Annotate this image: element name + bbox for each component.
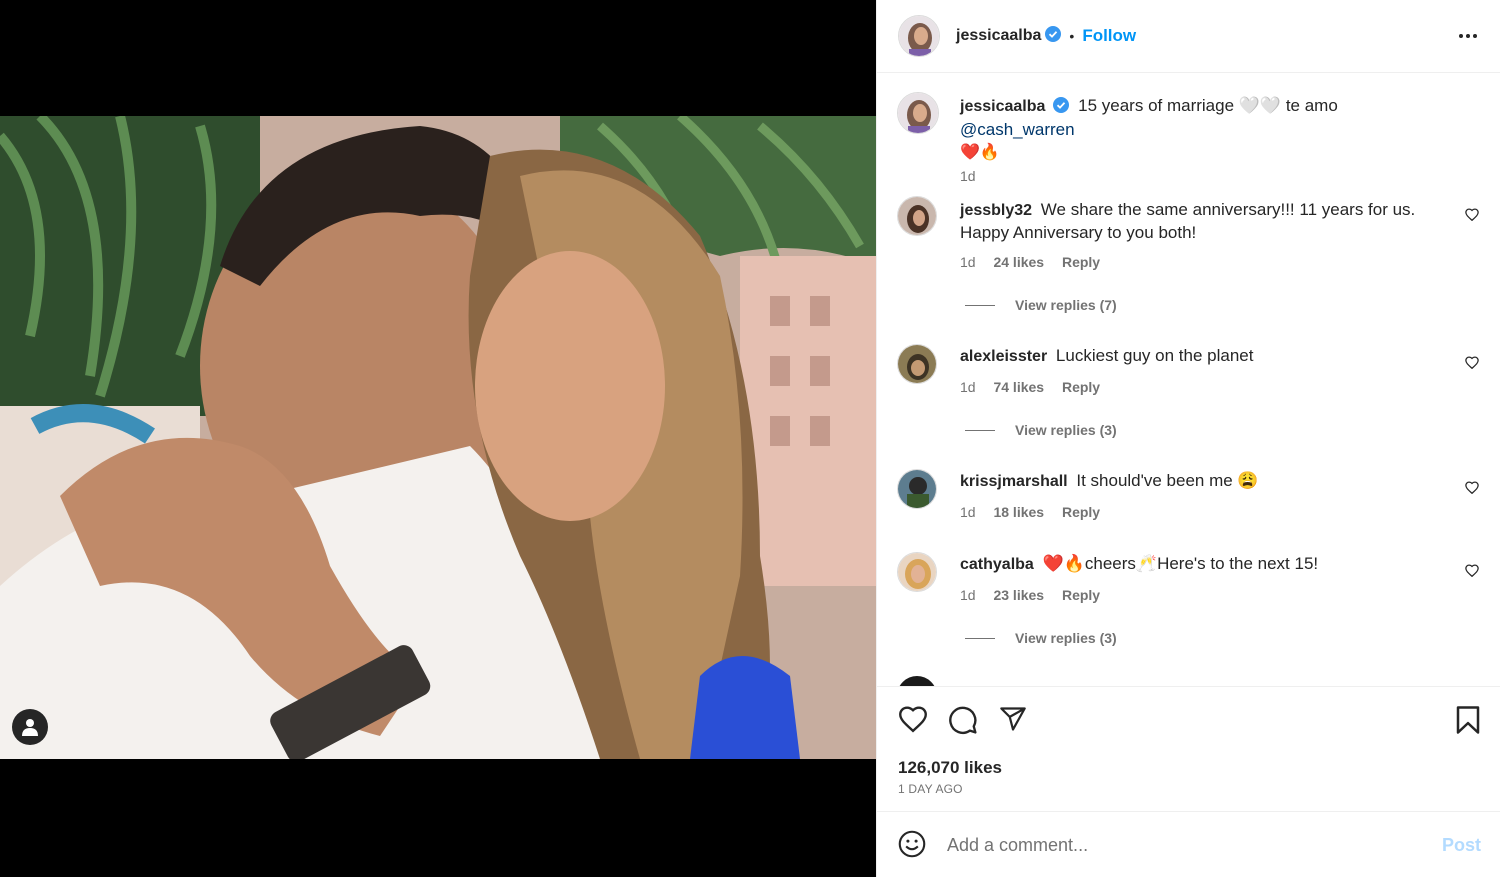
post-panel: jessicaalba • Follow jessicaalba 15 year… [876,0,1500,877]
caption-emojis: ❤️🔥 [960,144,1000,161]
comment-text: alexleisster Luckiest guy on the planet [960,345,1447,368]
heart-icon[interactable] [898,705,928,738]
post-photo[interactable] [0,116,876,759]
comment-text: krissjmarshall It should've been me 😩 [960,470,1447,493]
emoji-icon[interactable] [898,830,926,863]
comment-time: 1d [960,379,976,395]
commenter-username[interactable]: cathyalba [960,556,1034,573]
reply-button[interactable]: Reply [1062,587,1100,603]
author-avatar[interactable] [897,92,939,134]
comment-item: krissjmarshall It should've been me 😩 1d… [897,469,1487,529]
replies-line [965,304,995,306]
comment-like-icon[interactable] [1465,208,1479,226]
comment-body: It should've been me 😩 [1076,471,1259,490]
view-replies-button[interactable]: View replies (3) [965,422,1117,438]
post-header: jessicaalba • Follow [877,0,1500,73]
view-replies-label: View replies (3) [1015,630,1117,646]
commenter-avatar[interactable] [897,344,937,384]
comment-likes[interactable]: 24 likes [993,254,1044,270]
comment-time: 1d [960,254,976,270]
user-tag-button[interactable] [12,709,48,745]
comment-body: Luckiest guy on the planet [1055,346,1254,365]
bookmark-icon[interactable] [1455,705,1481,740]
caption-body: 15 years of marriage 🤍🤍 te amo [1078,96,1338,115]
view-replies-button[interactable]: View replies (7) [965,297,1117,313]
commenter-avatar[interactable] [897,469,937,509]
share-icon[interactable] [998,705,1028,738]
commenter-avatar[interactable] [897,196,937,236]
post-date: 1 DAY AGO [898,782,963,796]
add-comment-bar: Post [877,811,1500,877]
reply-button[interactable]: Reply [1062,254,1100,270]
caption: jessicaalba 15 years of marriage 🤍🤍 te a… [897,92,1487,184]
post-comment-button[interactable]: Post [1442,835,1481,856]
view-replies-label: View replies (7) [1015,297,1117,313]
view-replies-label: View replies (3) [1015,422,1117,438]
post-actions: 126,070 likes 1 DAY AGO [877,686,1500,811]
comment-body: ❤️🔥cheers🥂Here's to the next 15! [1042,554,1319,573]
comment-item: alexleisster Luckiest guy on the planet … [897,344,1487,454]
separator-dot: • [1069,28,1075,44]
verified-badge-icon [1053,97,1070,119]
comment-text: jessbly32 We share the same anniversary!… [960,199,1447,244]
replies-line [965,429,995,431]
photo-illustration [0,116,876,759]
comment-time: 1d [960,504,976,520]
author-avatar[interactable] [898,15,940,57]
caption-mention[interactable]: @cash_warren [960,120,1075,139]
comment-likes[interactable]: 23 likes [993,587,1044,603]
author-username[interactable]: jessicaalba [956,27,1041,45]
commenter-username[interactable]: krissjmarshall [960,473,1068,490]
likes-count[interactable]: 126,070 likes [898,758,1002,778]
comment-icon[interactable] [948,705,978,740]
comment-like-icon[interactable] [1465,564,1479,582]
comment-text: cathyalba ❤️🔥cheers🥂Here's to the next 1… [960,553,1447,576]
commenter-avatar[interactable] [897,552,937,592]
comment-meta: 1d 23 likes Reply [960,587,1114,603]
user-tag-icon [22,719,38,736]
comment-like-icon[interactable] [1465,481,1479,499]
commenter-username[interactable]: alexleisster [960,348,1047,365]
caption-time: 1d [960,168,976,184]
comment-like-icon[interactable] [1465,356,1479,374]
caption-meta: 1d [960,168,990,184]
comment-input[interactable] [947,832,1417,858]
comment-time: 1d [960,587,976,603]
commenter-avatar-partial [897,676,937,686]
reply-button[interactable]: Reply [1062,379,1100,395]
caption-text: jessicaalba 15 years of marriage 🤍🤍 te a… [960,95,1447,164]
comment-meta: 1d 24 likes Reply [960,254,1114,270]
comment-item: jessbly32 We share the same anniversary!… [897,196,1487,316]
comment-meta: 1d 18 likes Reply [960,504,1114,520]
commenter-username[interactable]: jessbly32 [960,202,1032,219]
comments-list[interactable]: jessicaalba 15 years of marriage 🤍🤍 te a… [877,74,1500,686]
comment-meta: 1d 74 likes Reply [960,379,1114,395]
replies-line [965,637,995,639]
reply-button[interactable]: Reply [1062,504,1100,520]
verified-badge-icon [1045,25,1062,47]
more-options-icon[interactable] [1457,25,1479,52]
comment-likes[interactable]: 18 likes [993,504,1044,520]
view-replies-button[interactable]: View replies (3) [965,630,1117,646]
comment-likes[interactable]: 74 likes [993,379,1044,395]
caption-username[interactable]: jessicaalba [960,98,1045,115]
follow-button[interactable]: Follow [1082,26,1136,46]
post-media[interactable] [0,0,876,877]
comment-item: cathyalba ❤️🔥cheers🥂Here's to the next 1… [897,552,1487,662]
